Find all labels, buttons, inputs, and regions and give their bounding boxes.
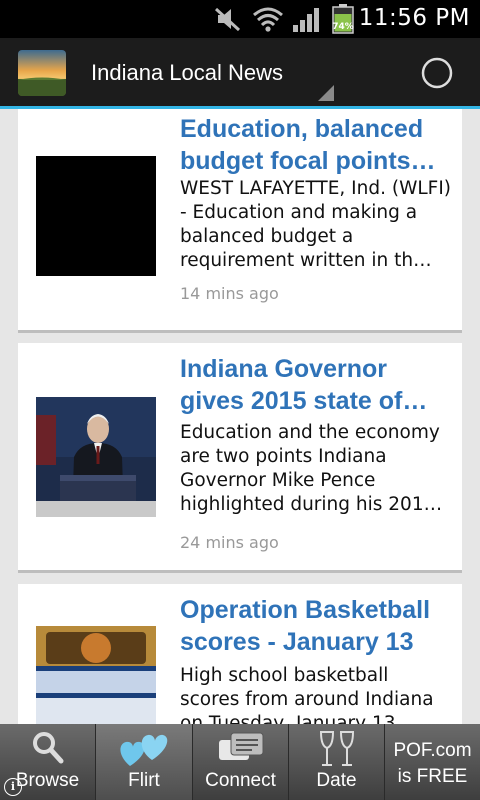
chat-icon [218,732,263,760]
wine-glasses-icon [319,731,354,766]
news-feed[interactable]: Education, balanced budget focal points…… [0,109,480,724]
pof-line-2: is FREE [397,766,468,787]
ad-button-label: Date [316,770,357,791]
article-thumbnail [36,156,156,276]
refresh-icon[interactable] [420,56,454,90]
hearts-icon [120,734,168,766]
info-icon[interactable]: i [4,778,22,796]
article-summary: WEST LAFAYETTE, Ind. (WLFI) - Education … [180,178,451,271]
article-thumbnail [36,626,156,724]
mute-icon [214,7,241,32]
article-card[interactable]: Operation Basketball scores - January 13… [18,584,462,724]
article-thumbnail [36,397,156,517]
signal-icon [293,8,319,32]
ad-button-label: Connect [205,770,276,791]
article-time: 14 mins ago [180,284,279,303]
article-title[interactable]: Education, balanced budget focal points… [180,113,450,177]
search-icon [32,732,63,764]
app-logo[interactable] [18,50,66,96]
ad-flirt-button[interactable]: Flirt [96,724,193,800]
article-card[interactable]: Indiana Governor gives 2015 state of… Ed… [18,343,462,573]
battery-percent: 74% [332,22,354,32]
clock: 11:56 PM [358,5,470,31]
app-title[interactable]: Indiana Local News [91,60,283,86]
article-title[interactable]: Indiana Governor gives 2015 state of… [180,353,450,417]
article-time: 24 mins ago [180,533,279,552]
action-bar: Indiana Local News [0,38,480,106]
dropdown-indicator[interactable] [318,85,334,101]
article-summary: Education and the economy are two points… [180,422,443,515]
ad-banner[interactable]: Browse i Flirt Connect Date POF.com is F… [0,724,480,800]
article-card[interactable]: Education, balanced budget focal points…… [18,109,462,333]
article-title[interactable]: Operation Basketball scores - January 13 [180,594,450,658]
ad-connect-button[interactable]: Connect [193,724,289,800]
wifi-icon [253,7,283,32]
status-bar: 74% 11:56 PM [0,0,480,38]
pof-line-1: POF.com [393,740,472,761]
pof-promo[interactable]: POF.com is FREE [385,724,480,800]
ad-date-button[interactable]: Date [289,724,385,800]
ad-browse-button[interactable]: Browse i [0,724,96,800]
ad-button-label: Flirt [128,770,160,791]
article-summary: High school basketball scores from aroun… [180,665,434,724]
